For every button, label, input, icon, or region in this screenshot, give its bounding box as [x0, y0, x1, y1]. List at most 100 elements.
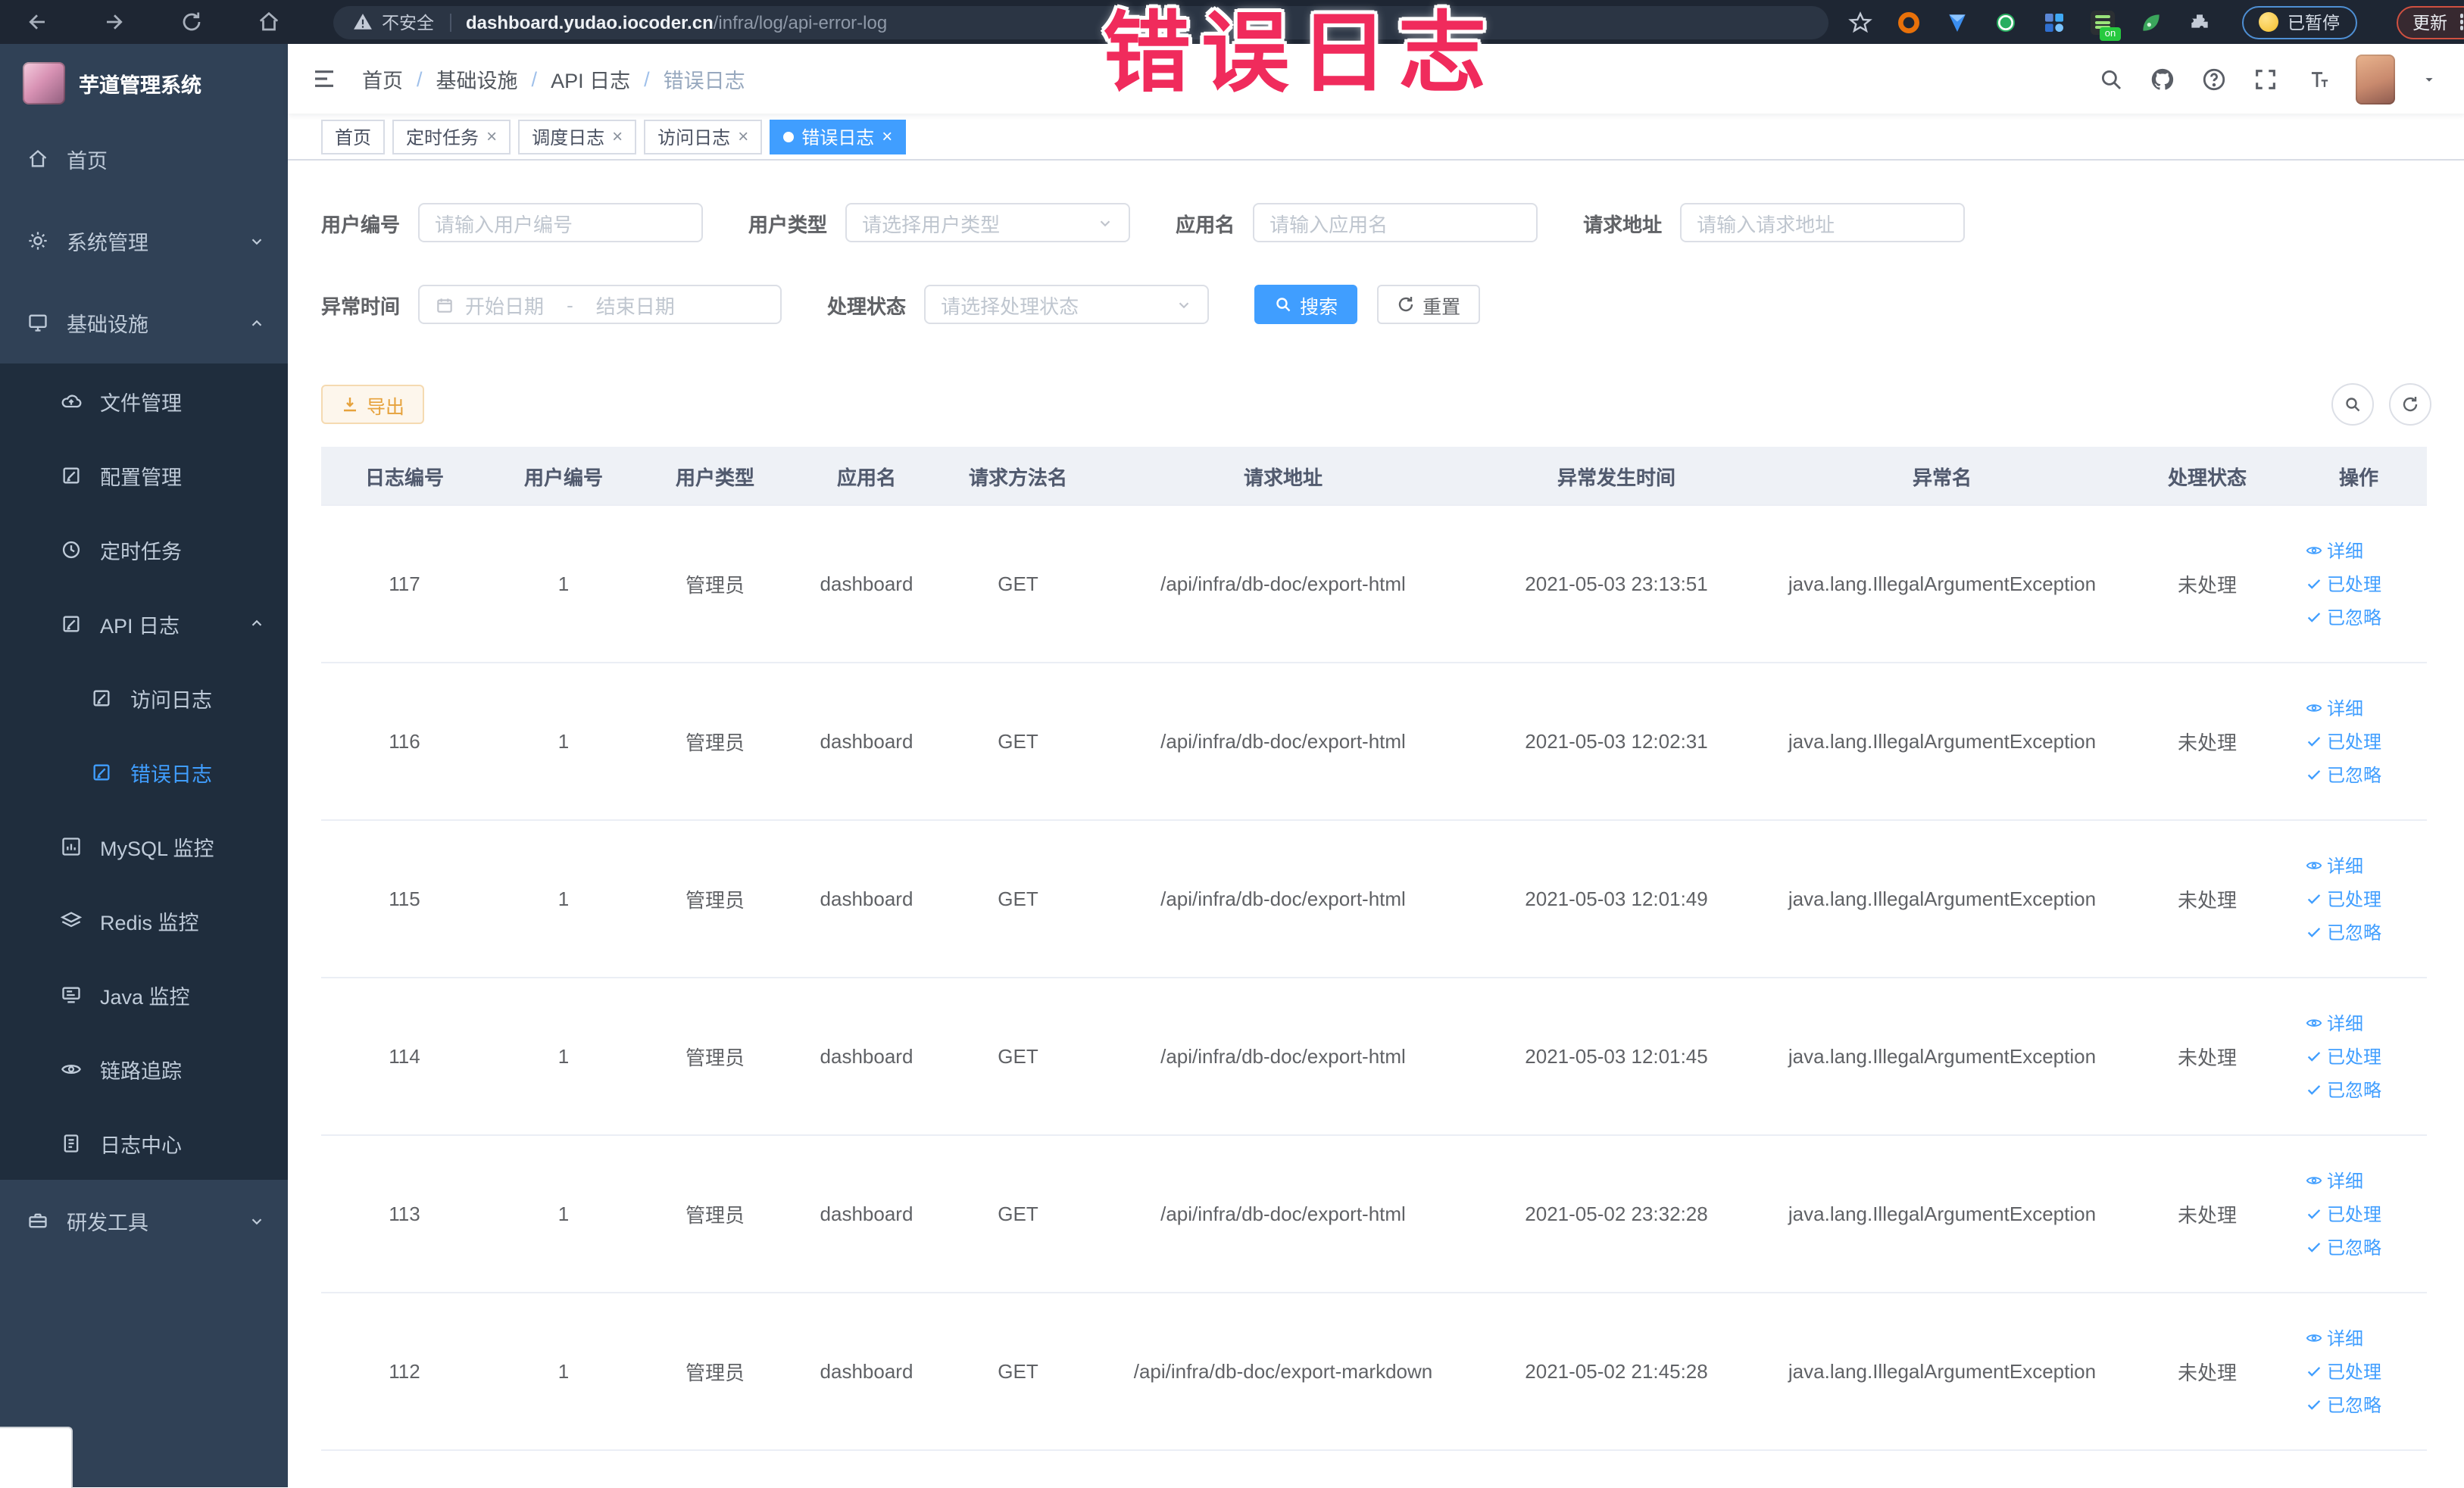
mark-processed-link[interactable]: 已处理: [2306, 571, 2381, 597]
extension-shield-icon[interactable]: [1945, 10, 1969, 34]
detail-link[interactable]: 详细: [2306, 1168, 2363, 1193]
refresh-icon: [2402, 397, 2417, 412]
browser-back-icon[interactable]: [21, 7, 52, 37]
sidebar-item-log-center[interactable]: 日志中心: [0, 1106, 288, 1180]
address-bar[interactable]: 不安全 dashboard.yudao.iocoder.cn /infra/lo…: [333, 5, 1828, 39]
sidebar-item-trace[interactable]: 链路追踪: [0, 1031, 288, 1106]
user-avatar[interactable]: [2355, 54, 2394, 104]
chevron-down-icon: [251, 1218, 262, 1224]
sidebar-item-java[interactable]: Java 监控: [0, 957, 288, 1031]
refresh-table-button[interactable]: [2388, 383, 2431, 426]
mark-processed-link[interactable]: 已处理: [2306, 1201, 2381, 1227]
sidebar-item-job[interactable]: 定时任务: [0, 512, 288, 586]
tag-home[interactable]: 首页: [321, 119, 386, 154]
help-icon[interactable]: [2200, 66, 2226, 92]
tag-error-log[interactable]: 错误日志 ×: [770, 119, 907, 154]
detail-link[interactable]: 详细: [2306, 1010, 2363, 1036]
breadcrumb-api-log[interactable]: API 日志: [551, 64, 630, 94]
hamburger-icon[interactable]: [311, 67, 338, 91]
cell-status: 未处理: [2177, 1362, 2237, 1384]
cell-log-id: 116: [389, 730, 420, 753]
breadcrumb-home[interactable]: 首页: [362, 64, 403, 94]
user-id-input[interactable]: 请输入用户编号: [418, 203, 704, 242]
tag-job[interactable]: 定时任务 ×: [392, 119, 511, 154]
cell-user-id: 1: [557, 572, 570, 595]
sidebar-item-config[interactable]: 配置管理: [0, 438, 288, 512]
sidebar-item-redis[interactable]: Redis 监控: [0, 883, 288, 957]
extension-grid-icon[interactable]: [2042, 10, 2066, 34]
close-icon[interactable]: ×: [738, 127, 748, 145]
app-name-label: 应用名: [1176, 213, 1235, 236]
eye-icon: [2306, 1019, 2322, 1027]
mark-ignored-link[interactable]: 已忽略: [2306, 1392, 2381, 1418]
search-icon[interactable]: [2097, 66, 2123, 92]
sidebar-item-error-log[interactable]: 错误日志: [0, 735, 288, 809]
close-icon[interactable]: ×: [612, 127, 623, 145]
detail-link[interactable]: 详细: [2306, 695, 2363, 721]
mark-ignored-link[interactable]: 已忽略: [2306, 919, 2381, 945]
search-icon: [2345, 398, 2359, 412]
cell-user-type: 管理员: [685, 732, 745, 754]
chevron-down-icon: [1100, 220, 1110, 226]
tag-access-log[interactable]: 访问日志 ×: [644, 119, 763, 154]
sidebar-item-access-log[interactable]: 访问日志: [0, 660, 288, 735]
cell-exception-time: 2021-05-02 21:45:28: [1525, 1360, 1708, 1383]
sidebar-item-mysql[interactable]: MySQL 监控: [0, 809, 288, 883]
sidebar-item-system[interactable]: 系统管理: [0, 200, 288, 282]
sidebar-item-home[interactable]: 首页: [0, 118, 288, 200]
extensions-puzzle-icon[interactable]: [2188, 10, 2212, 34]
request-url-label: 请求地址: [1583, 213, 1663, 236]
detail-link[interactable]: 详细: [2306, 853, 2363, 878]
mark-processed-link[interactable]: 已处理: [2306, 886, 2381, 912]
mark-ignored-link[interactable]: 已忽略: [2306, 604, 2381, 630]
sidebar-item-api-log[interactable]: API 日志: [0, 586, 288, 660]
detail-link[interactable]: 详细: [2306, 538, 2363, 563]
tag-job-log[interactable]: 调度日志 ×: [518, 119, 637, 154]
mark-processed-link[interactable]: 已处理: [2306, 728, 2381, 754]
font-size-icon[interactable]: [2303, 66, 2329, 92]
sidebar-item-dev-tools[interactable]: 研发工具: [0, 1180, 288, 1262]
mark-ignored-link[interactable]: 已忽略: [2306, 1077, 2381, 1103]
browser-update-pill[interactable]: 更新: [2396, 5, 2464, 39]
extension-green-circle-icon[interactable]: [1994, 10, 2018, 34]
browser-menu-icon[interactable]: [2459, 14, 2463, 30]
browser-reload-icon[interactable]: [176, 7, 206, 37]
exception-time-range-picker[interactable]: 开始日期 - 结束日期: [418, 285, 782, 324]
export-button[interactable]: 导出: [321, 385, 425, 424]
filter-row-1: 用户编号 请输入用户编号 用户类型 请选择用户类型 应用名 请输入应用名 请求地…: [321, 203, 2431, 242]
mark-processed-link[interactable]: 已处理: [2306, 1043, 2381, 1069]
extension-proxy-icon[interactable]: on: [2091, 10, 2121, 40]
reset-button[interactable]: 重置: [1377, 285, 1481, 324]
sidebar-item-file[interactable]: 文件管理: [0, 363, 288, 438]
sidebar-item-infra[interactable]: 基础设施: [0, 282, 288, 363]
close-icon[interactable]: ×: [882, 127, 892, 145]
mark-ignored-link[interactable]: 已忽略: [2306, 762, 2381, 788]
bookmark-star-icon[interactable]: [1848, 10, 1872, 34]
mark-processed-link[interactable]: 已处理: [2306, 1359, 2381, 1384]
extension-paused-pill[interactable]: 已暂停: [2242, 5, 2356, 39]
breadcrumb-infra[interactable]: 基础设施: [436, 64, 518, 94]
search-button[interactable]: 搜索: [1254, 285, 1358, 324]
chevron-down-icon: [1179, 301, 1189, 308]
browser-home-icon[interactable]: [253, 7, 283, 37]
fullscreen-icon[interactable]: [2252, 66, 2278, 92]
request-url-input[interactable]: 请输入请求地址: [1680, 203, 1966, 242]
browser-forward-icon[interactable]: [98, 7, 129, 37]
close-icon[interactable]: ×: [486, 127, 497, 145]
toggle-search-button[interactable]: [2331, 383, 2373, 426]
caret-down-icon[interactable]: [2420, 70, 2437, 87]
app-name-input[interactable]: 请输入应用名: [1253, 203, 1538, 242]
eye-icon: [2306, 547, 2322, 554]
mark-ignored-link[interactable]: 已忽略: [2306, 1234, 2381, 1260]
user-type-select[interactable]: 请选择用户类型: [845, 203, 1131, 242]
extension-orange-icon[interactable]: [1897, 10, 1921, 34]
app-logo-row[interactable]: 芋道管理系统: [0, 44, 288, 105]
process-status-select[interactable]: 请选择处理状态: [924, 285, 1210, 324]
check-icon: [2307, 770, 2321, 780]
github-icon[interactable]: [2149, 66, 2175, 92]
url-domain: dashboard.yudao.iocoder.cn: [466, 11, 714, 33]
detail-link[interactable]: 详细: [2306, 1325, 2363, 1351]
java-monitor-icon: [62, 986, 80, 1003]
extension-leaf-icon[interactable]: [2139, 10, 2163, 34]
cell-exception-name: java.lang.IllegalArgumentException: [1788, 887, 2097, 910]
